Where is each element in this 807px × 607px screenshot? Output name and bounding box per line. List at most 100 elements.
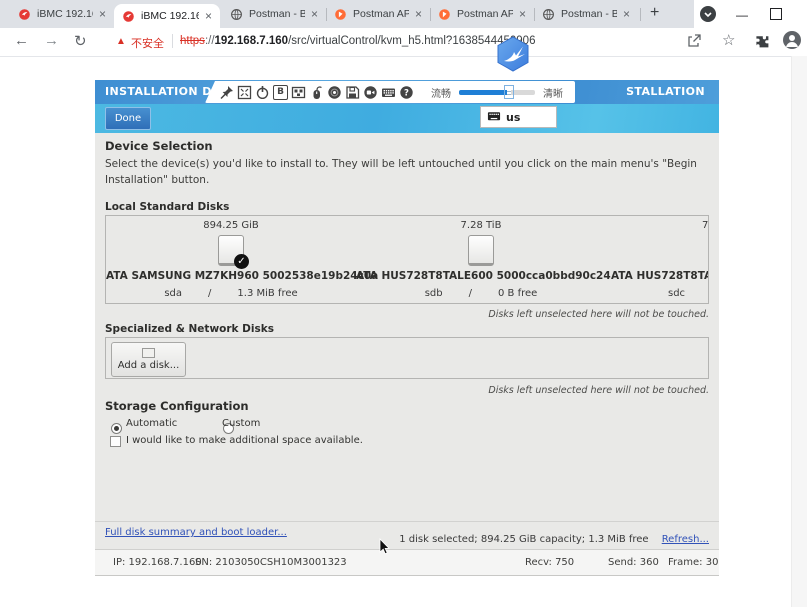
disk-sda[interactable]: 894.25 GiB ATA SAMSUNG MZ7KH960 5002538e… [106,216,356,303]
tab-title: Postman - Browse [561,8,617,20]
kvm-status-bar: IP: 192.168.7.160 SN: 2103050CSH10M30013… [95,549,719,576]
tab-separator [430,8,431,21]
cd-icon[interactable] [327,85,342,100]
tab-title: Postman - Browse [249,8,305,20]
additional-space-label[interactable]: I would like to make additional space av… [126,435,363,446]
globe-favicon [542,8,555,21]
postman-favicon [438,8,451,21]
disk-device: sdb [425,288,443,299]
kvm-plugin-logo[interactable] [496,36,530,77]
browser-update-icon[interactable] [700,6,716,22]
footer-divider [95,521,719,522]
tab-close-icon[interactable]: × [311,7,318,21]
tab-postman-api-2[interactable]: Postman API Platfo × [430,0,534,28]
disk-mount: / [469,288,472,299]
device-selection-title: Device Selection [105,139,213,153]
extensions-puzzle-icon[interactable] [754,33,770,54]
done-button[interactable]: Done [105,107,151,130]
disk-sdb[interactable]: 7.28 TiB ATA HUS728T8TALE600 5000cca0bbd… [356,216,606,303]
tab-separator [640,8,641,21]
fullscreen-icon[interactable] [237,85,252,100]
pin-icon[interactable] [219,85,234,100]
tab-ibmc-2-active[interactable]: iBMC 192.168.7.16 × [114,4,220,28]
b-key-icon[interactable]: B [273,85,288,100]
power-icon[interactable] [255,85,270,100]
tab-close-icon[interactable]: × [415,7,422,21]
tab-postman-browse-1[interactable]: Postman - Browse × [222,0,326,28]
disk-capacity: 7.28 TiB [356,220,606,231]
keyboard-layout-icon [487,109,501,126]
disk-name: ATA HUS728T8TALE600 5000cca0bbd90c24 [356,270,606,282]
forward-icon[interactable]: → [44,32,59,49]
additional-space-checkbox[interactable] [110,436,121,447]
url-separator: :// [205,35,215,47]
disk-details: sda / 1.3 MiB free [106,288,356,299]
disk-device: sdc [668,288,685,299]
tab-postman-browse-2[interactable]: Postman - Browse × [534,0,638,28]
page-scrollbar[interactable] [791,56,807,607]
tab-ibmc-1[interactable]: iBMC 192.168.7.16 × [10,0,114,28]
specialized-disks-title: Specialized & Network Disks [105,323,274,335]
disk-details: sdb / 0 B free [356,288,606,299]
keyboard-icon[interactable] [381,85,396,100]
floppy-icon[interactable] [345,85,360,100]
full-disk-summary-link[interactable]: Full disk summary and boot loader... [105,527,287,538]
disk-name: ATA HUS728T8TAL [611,270,709,282]
reload-icon[interactable]: ↻ [74,32,87,50]
selection-summary: 1 disk selected; 894.25 GiB capacity; 1.… [399,534,648,545]
screen: iBMC 192.168.7.16 × iBMC 192.168.7.16 × … [0,0,807,607]
disk-capacity: 7 [702,220,708,231]
installer-header-band: INSTALLATION DEST STALLATION B ? 流畅 [95,80,719,104]
bookmark-star-icon[interactable]: ☆ [722,31,735,49]
disk-drive-icon [468,235,494,266]
help-icon[interactable]: ? [399,85,414,100]
warning-triangle-icon: ▲ [116,36,126,47]
new-tab-button[interactable]: + [650,4,659,22]
tab-title: iBMC 192.168.7.16 [37,8,93,20]
back-icon[interactable]: ← [14,32,29,49]
ctrl-alt-del-icon[interactable] [291,85,306,100]
window-maximize-button[interactable] [770,8,782,20]
security-warning-label[interactable]: 不安全 [131,35,164,51]
tab-close-icon[interactable]: × [99,7,106,21]
keyboard-layout-indicator[interactable]: us [480,106,557,128]
tab-close-icon[interactable]: × [623,7,630,21]
quality-slider[interactable] [459,90,535,95]
window-minimize-button[interactable]: — [736,8,748,22]
ibmc-favicon [122,10,135,23]
add-disk-button[interactable]: Add a disk... [111,342,186,377]
globe-favicon [230,8,243,21]
installer-body: Device Selection Select the device(s) yo… [95,133,719,549]
unselected-disks-note-2: Disks left unselected here will not be t… [105,385,709,396]
record-icon[interactable] [363,85,378,100]
storage-config-title: Storage Configuration [105,399,249,413]
specialized-disks-panel: Add a disk... [105,337,709,379]
status-ip: IP: 192.168.7.160 [113,557,202,568]
radio-automatic-label[interactable]: Automatic [126,418,177,429]
installer-nav-band: Done us [95,104,719,133]
local-disks-panel: 894.25 GiB ATA SAMSUNG MZ7KH960 5002538e… [105,215,709,304]
add-disk-icon [142,348,155,358]
quality-slider-handle[interactable] [504,85,514,99]
keyboard-layout-value: us [506,111,520,124]
refresh-link[interactable]: Refresh... [662,534,709,545]
radio-automatic[interactable] [111,423,122,434]
mouse-icon[interactable] [309,85,324,100]
svg-text:?: ? [404,88,409,98]
slider-left-label: 流畅 [431,85,451,100]
device-selection-description: Select the device(s) you'd like to insta… [105,157,709,189]
unselected-disks-note: Disks left unselected here will not be t… [105,309,709,320]
disk-name: ATA SAMSUNG MZ7KH960 5002538e19b24c0a [106,270,356,282]
disk-capacity: 894.25 GiB [106,220,356,231]
url-scheme: https [180,35,205,47]
url-text[interactable]: https://192.168.7.160/src/virtualControl… [180,35,535,47]
tab-close-icon[interactable]: × [519,7,526,21]
radio-custom-label[interactable]: Custom [222,418,260,429]
tab-close-icon[interactable]: × [205,9,212,23]
tab-postman-api-1[interactable]: Postman API Platfo × [326,0,430,28]
profile-avatar[interactable] [783,31,801,49]
share-icon[interactable] [686,33,702,54]
local-disks-title: Local Standard Disks [105,201,229,213]
chip-divider [172,34,173,48]
selection-summary-group: 1 disk selected; 894.25 GiB capacity; 1.… [399,527,709,546]
